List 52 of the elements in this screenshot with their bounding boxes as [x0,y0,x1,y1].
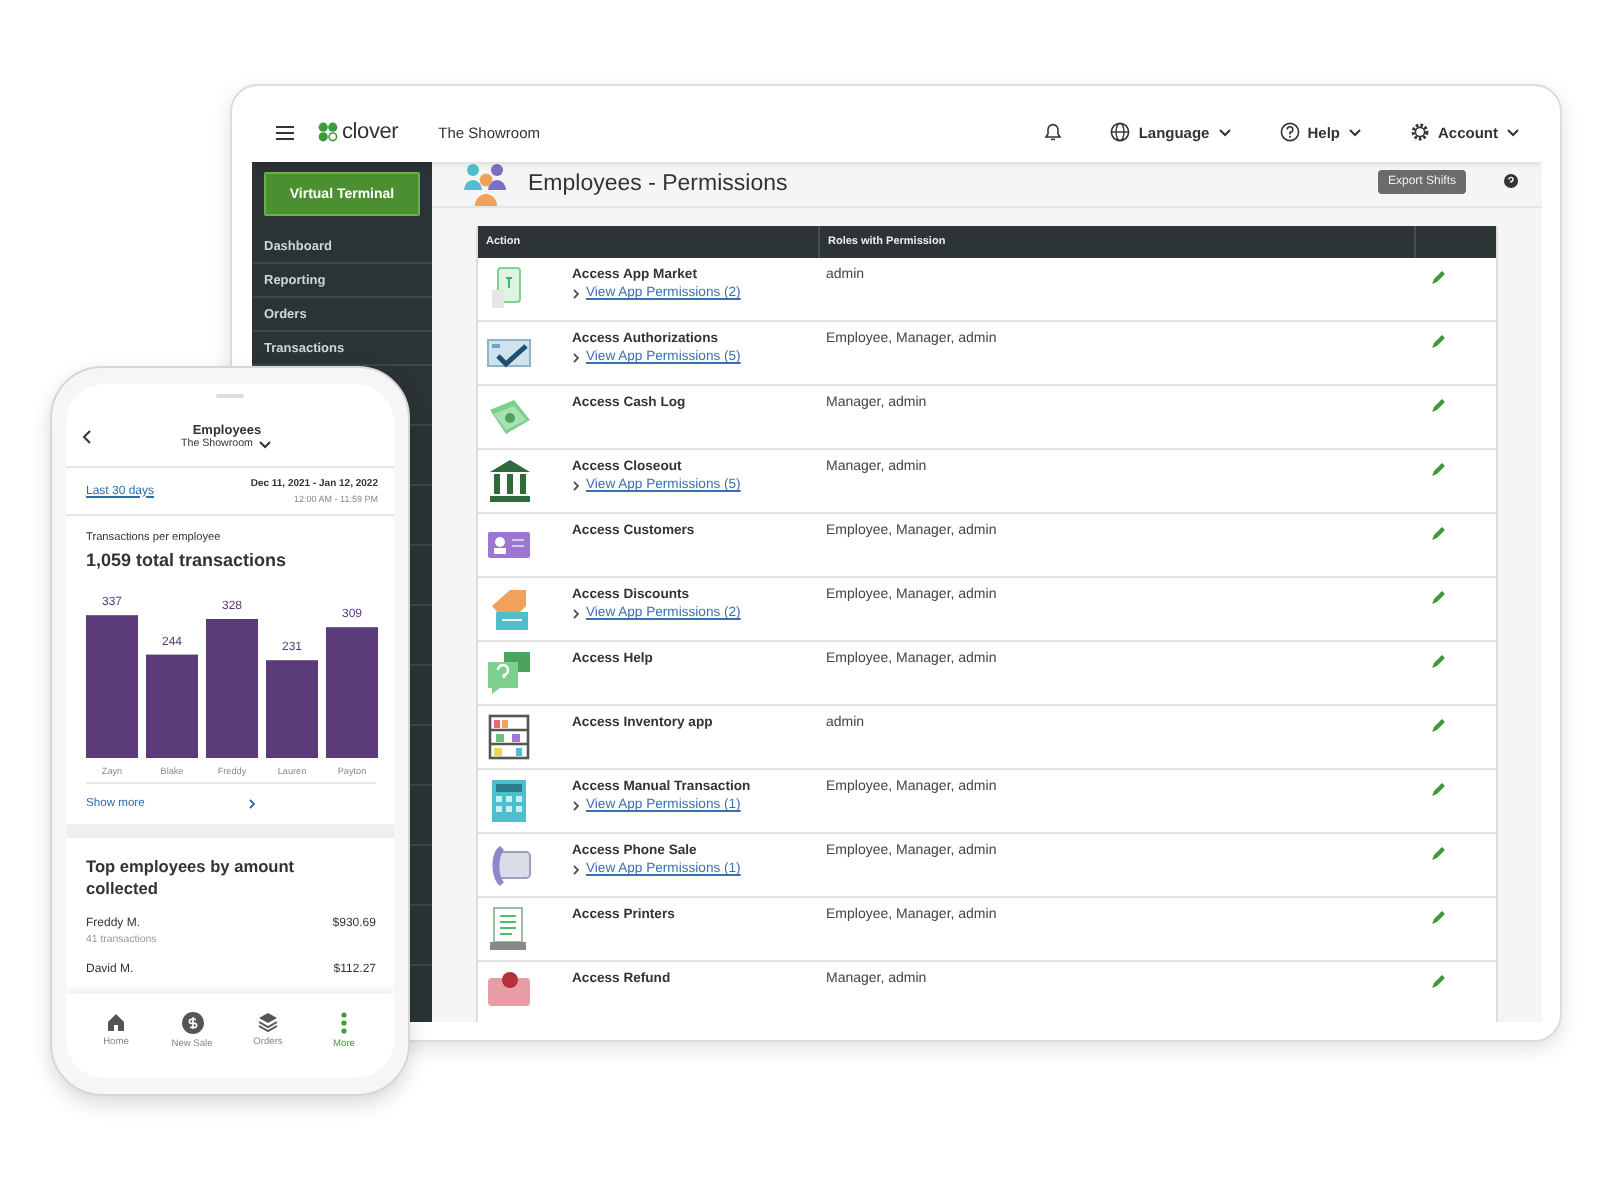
chevron-icon [572,799,580,811]
chevron-icon [572,863,580,875]
chart-total: 1,059 total transactions [86,550,289,570]
bell-icon[interactable] [1044,122,1063,142]
shelf-icon [486,714,532,760]
people-icon [464,162,508,206]
menu-icon[interactable] [276,125,294,139]
bar [266,660,318,758]
edit-icon[interactable] [1430,270,1446,286]
caret-icon [1217,127,1232,137]
globe-icon [1110,122,1131,142]
edit-icon[interactable] [1430,718,1446,734]
printer-icon [486,906,532,952]
edit-icon[interactable] [1430,590,1446,606]
chevron-icon [572,607,580,619]
edit-icon[interactable] [1430,846,1446,862]
clover-icon [318,122,338,142]
chevron-icon [572,287,580,299]
back-icon[interactable] [82,430,92,444]
logo-text: clover [342,120,399,144]
edit-icon[interactable] [1430,654,1446,670]
chevron-icon [248,798,257,810]
caret-icon [1348,127,1362,137]
bar [86,615,138,758]
edit-icon[interactable] [1430,526,1446,542]
calculator-icon [486,778,532,824]
settings-icon [1410,122,1430,142]
edit-icon[interactable] [1430,398,1446,414]
help-icon[interactable] [1504,174,1518,188]
edit-icon[interactable] [1430,462,1446,478]
section-title: Top employees by amount collected [86,856,297,900]
more-icon[interactable] [340,1011,348,1033]
caret-icon [1506,127,1520,137]
home-icon[interactable] [106,1012,126,1032]
cash-icon [486,394,532,440]
bank-icon [486,458,532,504]
edit-icon[interactable] [1430,910,1446,926]
help-bubble-icon [486,650,532,696]
edit-icon[interactable] [1430,974,1446,990]
page-title: Employees - Permissions [528,172,788,196]
edit-icon[interactable] [1430,334,1446,350]
dollar-icon[interactable] [181,1011,203,1033]
bar [206,619,258,758]
edit-icon[interactable] [1430,782,1446,798]
help-icon [1279,122,1300,142]
bar [326,627,378,758]
stack-icon[interactable] [258,1012,278,1032]
bar [146,654,198,758]
tag-icon [486,586,532,632]
chevron-icon [572,351,580,363]
caret-icon [258,439,273,449]
chevron-icon [572,479,580,491]
